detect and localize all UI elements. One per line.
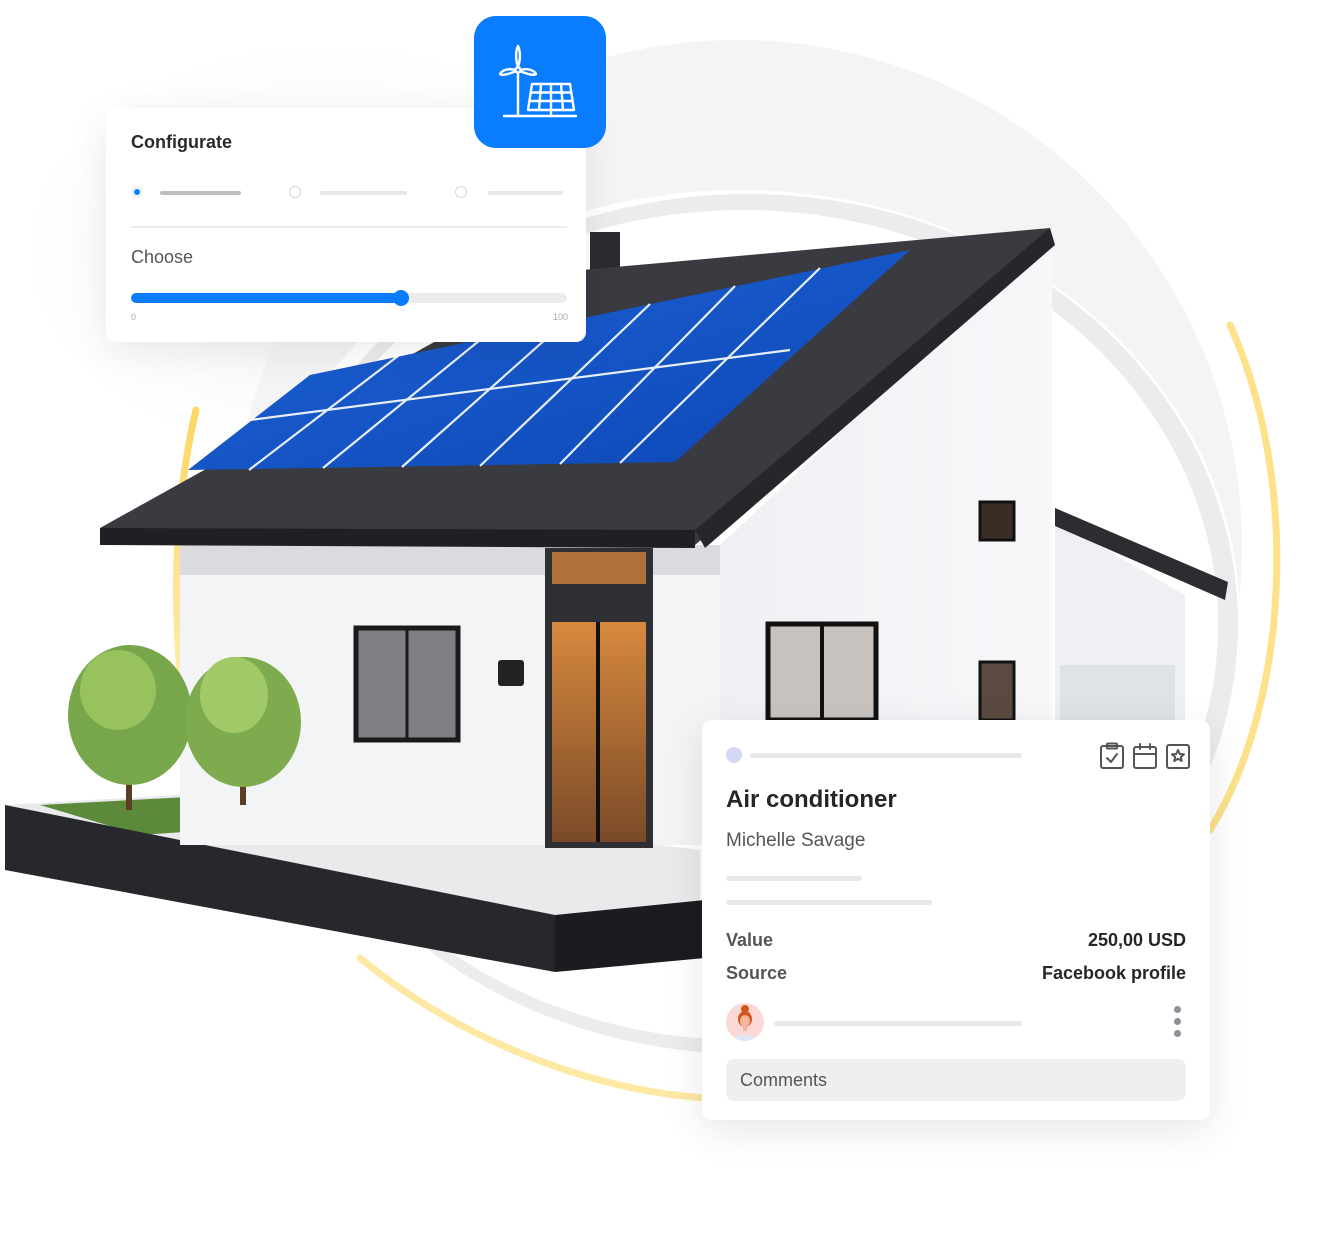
deal-card: Air conditioner Michelle Savage Value 25… [702, 720, 1210, 1120]
slider-label: Choose [131, 247, 194, 267]
slider-max-label: 100 [553, 312, 569, 322]
avatar[interactable] [726, 1003, 764, 1041]
field-label-source: Source [726, 963, 788, 983]
star-badge-icon[interactable] [1165, 742, 1191, 770]
yellow-arc-bottom [356, 954, 709, 1102]
slider-fill [131, 293, 402, 303]
configurator-divider [131, 226, 567, 228]
window-side-upper [978, 500, 1016, 542]
entrance-upper-window [552, 552, 646, 584]
field-value-source: Facebook profile [1041, 963, 1186, 983]
range-slider[interactable] [131, 290, 567, 306]
option-label-placeholder-1 [160, 191, 241, 195]
energy-tile [474, 16, 606, 148]
person-avatar-icon [732, 1005, 758, 1041]
window-side-lower [978, 660, 1016, 722]
contact-name[interactable]: Michelle Savage [726, 830, 865, 852]
activity-placeholder-line [774, 1021, 1022, 1026]
detail-placeholder-line-2 [726, 900, 932, 905]
option-label-placeholder-2 [320, 191, 407, 195]
status-dot [726, 747, 742, 763]
garage-door [1060, 665, 1175, 720]
kebab-menu-icon[interactable] [1174, 1006, 1182, 1040]
option-label-placeholder-3 [488, 191, 563, 195]
wall-lamp [498, 660, 524, 686]
roof-edge [100, 528, 695, 548]
option-radio-3[interactable] [455, 186, 467, 198]
comments-input[interactable] [726, 1059, 1186, 1101]
deal-title: Air conditioner [726, 786, 897, 813]
calendar-icon[interactable] [1132, 742, 1158, 770]
tree-left [68, 645, 192, 810]
field-value-value: 250,00 USD [1087, 930, 1186, 950]
yellow-arc-right [1206, 321, 1281, 834]
slider-thumb[interactable] [393, 290, 410, 306]
option-radio-2[interactable] [289, 186, 301, 198]
field-label-value: Value [726, 930, 774, 950]
clipboard-check-icon[interactable] [1099, 742, 1125, 770]
detail-placeholder-line-1 [726, 876, 862, 881]
header-placeholder-line [750, 753, 1022, 758]
configurator-title: Configurate [131, 132, 232, 152]
slider-min-label: 0 [131, 312, 137, 322]
wind-turbine-solar-panel-icon [498, 44, 578, 118]
option-radio-1[interactable] [131, 186, 143, 198]
